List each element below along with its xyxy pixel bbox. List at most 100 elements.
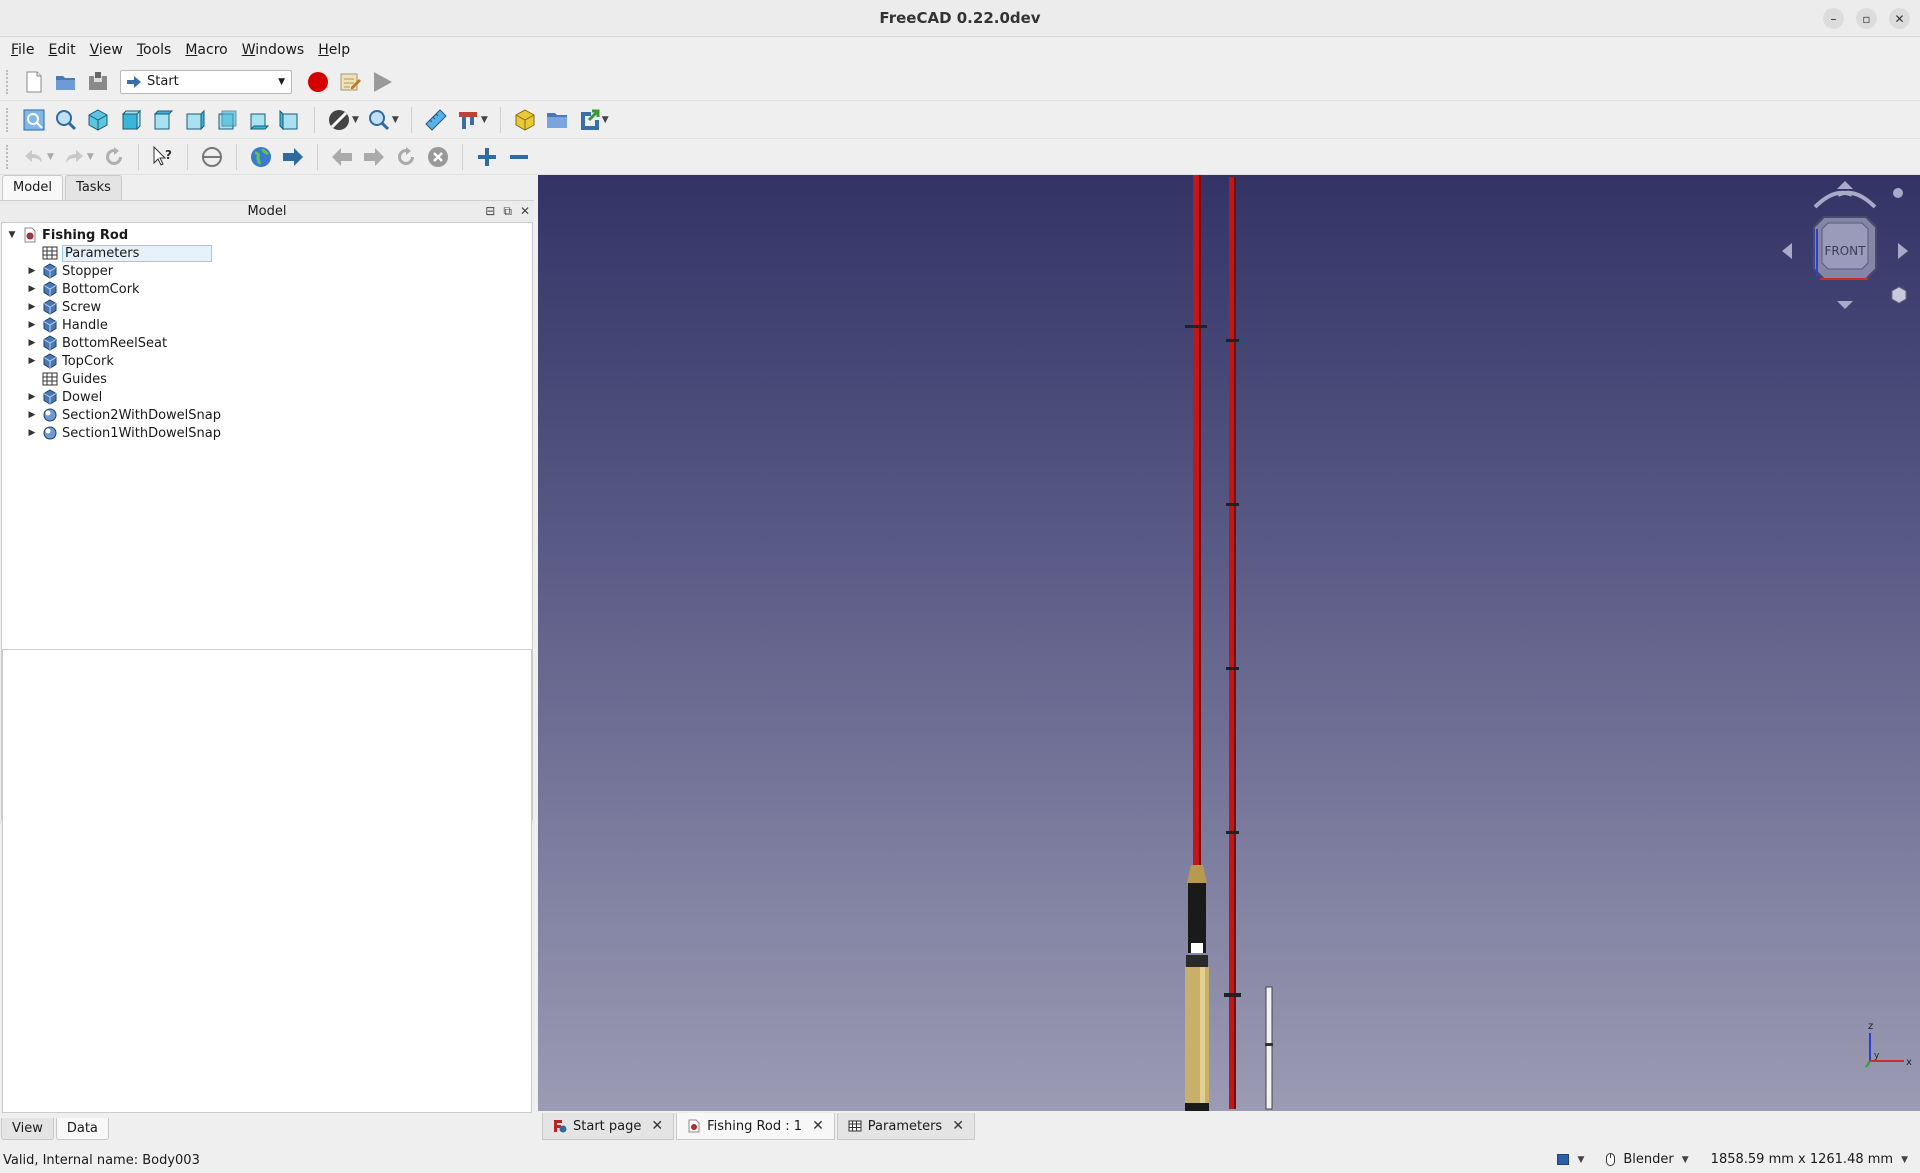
chevron-down-icon[interactable]: ▼ [87,152,94,162]
zoom-in-button[interactable] [473,143,501,171]
tree-item-handle[interactable]: ▶ Handle [26,316,108,334]
collapse-icon[interactable]: ⊟ [485,204,495,219]
link-button[interactable] [575,106,603,134]
cork-handle[interactable] [1185,967,1209,1107]
rear-view-button[interactable] [212,106,240,134]
undo-button[interactable] [20,143,48,171]
reload-button[interactable] [392,143,420,171]
3d-view[interactable]: FRONT z y x [538,175,1920,1111]
close-icon[interactable]: ✕ [812,1118,824,1134]
view-menu-cube-icon[interactable] [1891,286,1907,304]
draw-style-button[interactable] [325,106,353,134]
chevron-right-icon[interactable]: ▶ [26,356,38,366]
chevron-right-icon[interactable]: ▶ [26,428,38,438]
rotate-left-icon[interactable] [1813,190,1853,209]
tab-start-page[interactable]: Start page ✕ [542,1113,675,1140]
tree-item-dowel[interactable]: ▶ Dowel [26,388,102,406]
close-icon[interactable]: ✕ [520,204,530,219]
chevron-right-icon[interactable]: ▶ [26,338,38,348]
float-icon[interactable]: ⧉ [503,204,512,219]
stop-button[interactable] [424,143,452,171]
menu-help[interactable]: Help [311,42,357,58]
fishing-rod-model[interactable] [538,175,1920,1111]
left-view-button[interactable] [276,106,304,134]
chevron-right-icon[interactable]: ▶ [26,320,38,330]
chevron-right-icon[interactable]: ▶ [26,410,38,420]
front-view-button[interactable] [116,106,144,134]
menu-dot-icon[interactable] [1893,188,1903,198]
tree-item-bottomcork[interactable]: ▶ BottomCork [26,280,140,298]
chevron-right-icon[interactable]: ▶ [26,266,38,276]
fit-all-button[interactable] [20,106,48,134]
toolbar-grip[interactable] [6,107,12,132]
arrow-down-icon[interactable] [1837,301,1853,309]
tree-item-section2[interactable]: ▶ Section2WithDowelSnap [26,406,221,424]
macro-record-button[interactable] [304,68,332,96]
whats-this-button[interactable]: ? [149,143,177,171]
chevron-right-icon[interactable]: ▶ [26,284,38,294]
chevron-right-icon[interactable]: ▶ [26,302,38,312]
chevron-down-icon[interactable]: ▼ [481,115,488,125]
measure-button[interactable] [422,106,450,134]
menu-tools[interactable]: Tools [130,42,179,58]
menu-edit[interactable]: Edit [41,42,82,58]
chevron-right-icon[interactable]: ▶ [26,392,38,402]
tree-item-bottomreelseat[interactable]: ▶ BottomReelSeat [26,334,167,352]
web-workbench-button[interactable] [198,143,226,171]
forward-button[interactable] [360,143,388,171]
chevron-down-icon[interactable]: ▼ [392,115,399,125]
tab-fishing-rod[interactable]: Fishing Rod : 1 ✕ [676,1113,835,1140]
chevron-down-icon[interactable]: ▼ [1901,1155,1908,1165]
chevron-down-icon[interactable]: ▼ [1577,1155,1584,1165]
menu-file[interactable]: File [4,42,41,58]
tree-item-screw[interactable]: ▶ Screw [26,298,101,316]
zoom-out-button[interactable] [505,143,533,171]
close-icon[interactable]: ✕ [952,1118,964,1134]
menu-view[interactable]: View [83,42,130,58]
open-document-button[interactable] [52,68,80,96]
back-button[interactable] [328,143,356,171]
view-mode-icon[interactable] [1557,1154,1570,1165]
create-group-button[interactable] [543,106,571,134]
tab-view[interactable]: View [1,1118,54,1140]
go-button[interactable] [279,143,307,171]
zoom-button[interactable] [365,106,393,134]
toolbar-grip[interactable] [6,144,12,169]
tab-tasks[interactable]: Tasks [65,175,122,200]
open-website-button[interactable] [247,143,275,171]
chevron-down-icon[interactable]: ▼ [602,115,609,125]
navigation-cube[interactable]: FRONT [1780,179,1910,319]
tree-item-guides[interactable]: Guides [26,370,107,388]
tree-item-section1[interactable]: ▶ Section1WithDowelSnap [26,424,221,442]
fit-selection-button[interactable] [52,106,80,134]
menu-macro[interactable]: Macro [178,42,234,58]
bottom-view-button[interactable] [244,106,272,134]
property-view[interactable] [2,649,532,1113]
redo-button[interactable] [60,143,88,171]
tree-item-parameters[interactable]: Parameters [26,244,212,262]
macro-run-button[interactable] [368,68,396,96]
restore-button[interactable]: ▫ [1856,8,1877,29]
chevron-down-icon[interactable]: ▼ [352,115,359,125]
isometric-view-button[interactable] [84,106,112,134]
menu-windows[interactable]: Windows [235,42,312,58]
navigation-style[interactable]: Blender [1623,1152,1673,1167]
chevron-down-icon[interactable]: ▼ [47,152,54,162]
dowel[interactable] [1265,986,1273,1110]
workbench-selector[interactable]: Start ▼ [120,69,292,94]
tab-data[interactable]: Data [55,1118,109,1140]
new-document-button[interactable] [20,68,48,96]
arrow-right-icon[interactable] [1898,243,1908,259]
refresh-button[interactable] [100,143,128,171]
top-view-button[interactable] [148,106,176,134]
tree-root[interactable]: ▼ Fishing Rod [6,226,128,244]
close-window-button[interactable]: ✕ [1889,8,1910,29]
chevron-down-icon[interactable]: ▼ [6,230,18,240]
create-part-button[interactable] [511,106,539,134]
right-view-button[interactable] [180,106,208,134]
reel-seat[interactable] [1188,883,1206,953]
std-measure-button[interactable] [454,106,482,134]
tab-parameters[interactable]: Parameters ✕ [836,1113,975,1140]
arrow-left-icon[interactable] [1782,243,1792,259]
chevron-down-icon[interactable]: ▼ [1682,1155,1689,1165]
